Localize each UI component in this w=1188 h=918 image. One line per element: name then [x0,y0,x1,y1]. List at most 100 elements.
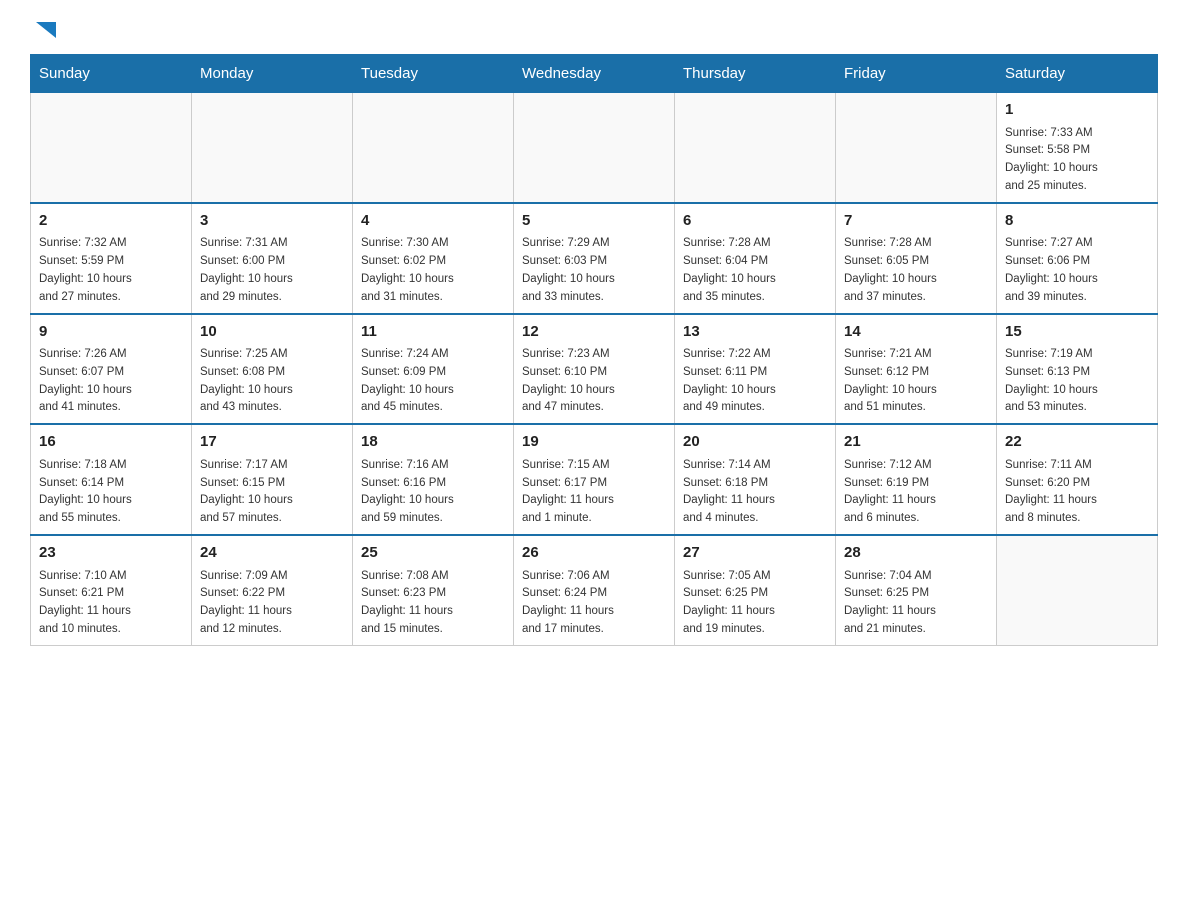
calendar-day-cell: 28 Sunrise: 7:04 AM Sunset: 6:25 PM Dayli… [836,535,997,645]
calendar-day-cell: 16 Sunrise: 7:18 AM Sunset: 6:14 PM Dayli… [31,424,192,535]
day-number: 17 [200,431,344,454]
day-number: 25 [361,542,505,565]
day-number: 9 [39,321,183,344]
calendar-day-cell: 19 Sunrise: 7:15 AM Sunset: 6:17 PM Dayli… [514,424,675,535]
day-info: Sunrise: 7:31 AM Sunset: 6:00 PM Dayligh… [200,235,344,306]
day-info: Sunrise: 7:22 AM Sunset: 6:11 PM Dayligh… [683,346,827,417]
day-info: Sunrise: 7:23 AM Sunset: 6:10 PM Dayligh… [522,346,666,417]
day-number: 11 [361,321,505,344]
calendar-day-cell: 6Sunrise: 7:28 AM Sunset: 6:04 PM Daylig… [675,203,836,314]
calendar-day-cell [353,93,514,203]
calendar-week-row: 1 Sunrise: 7:33 AM Sunset: 5:58 PM Daylig… [31,93,1158,203]
day-info: Sunrise: 7:06 AM Sunset: 6:24 PM Dayligh… [522,568,666,639]
day-number: 12 [522,321,666,344]
day-info: Sunrise: 7:08 AM Sunset: 6:23 PM Dayligh… [361,568,505,639]
day-info: Sunrise: 7:10 AM Sunset: 6:21 PM Dayligh… [39,568,183,639]
calendar-day-cell: 10Sunrise: 7:25 AM Sunset: 6:08 PM Dayli… [192,314,353,425]
day-number: 22 [1005,431,1149,454]
day-number: 15 [1005,321,1149,344]
calendar-day-cell: 25 Sunrise: 7:08 AM Sunset: 6:23 PM Dayli… [353,535,514,645]
day-number: 28 [844,542,988,565]
day-number: 4 [361,210,505,233]
day-info: Sunrise: 7:16 AM Sunset: 6:16 PM Dayligh… [361,457,505,528]
weekday-header-tuesday: Tuesday [353,55,514,93]
calendar-week-row: 23 Sunrise: 7:10 AM Sunset: 6:21 PM Dayli… [31,535,1158,645]
calendar-day-cell: 1 Sunrise: 7:33 AM Sunset: 5:58 PM Daylig… [997,93,1158,203]
day-info: Sunrise: 7:27 AM Sunset: 6:06 PM Dayligh… [1005,235,1149,306]
weekday-header-monday: Monday [192,55,353,93]
calendar-day-cell [997,535,1158,645]
day-info: Sunrise: 7:14 AM Sunset: 6:18 PM Dayligh… [683,457,827,528]
calendar-day-cell: 22 Sunrise: 7:11 AM Sunset: 6:20 PM Dayli… [997,424,1158,535]
calendar-day-cell: 11Sunrise: 7:24 AM Sunset: 6:09 PM Dayli… [353,314,514,425]
calendar-day-cell: 17Sunrise: 7:17 AM Sunset: 6:15 PM Dayli… [192,424,353,535]
day-info: Sunrise: 7:05 AM Sunset: 6:25 PM Dayligh… [683,568,827,639]
day-number: 1 [1005,99,1149,122]
day-info: Sunrise: 7:11 AM Sunset: 6:20 PM Dayligh… [1005,457,1149,528]
day-info: Sunrise: 7:21 AM Sunset: 6:12 PM Dayligh… [844,346,988,417]
day-number: 19 [522,431,666,454]
day-info: Sunrise: 7:28 AM Sunset: 6:05 PM Dayligh… [844,235,988,306]
calendar-day-cell [836,93,997,203]
weekday-header-friday: Friday [836,55,997,93]
calendar-day-cell: 15Sunrise: 7:19 AM Sunset: 6:13 PM Dayli… [997,314,1158,425]
day-info: Sunrise: 7:26 AM Sunset: 6:07 PM Dayligh… [39,346,183,417]
day-info: Sunrise: 7:28 AM Sunset: 6:04 PM Dayligh… [683,235,827,306]
day-number: 21 [844,431,988,454]
calendar-day-cell [514,93,675,203]
day-number: 20 [683,431,827,454]
calendar-table: SundayMondayTuesdayWednesdayThursdayFrid… [30,54,1158,646]
day-info: Sunrise: 7:24 AM Sunset: 6:09 PM Dayligh… [361,346,505,417]
day-info: Sunrise: 7:19 AM Sunset: 6:13 PM Dayligh… [1005,346,1149,417]
day-info: Sunrise: 7:12 AM Sunset: 6:19 PM Dayligh… [844,457,988,528]
day-number: 10 [200,321,344,344]
day-info: Sunrise: 7:29 AM Sunset: 6:03 PM Dayligh… [522,235,666,306]
page-header [30,20,1158,44]
day-number: 18 [361,431,505,454]
day-info: Sunrise: 7:25 AM Sunset: 6:08 PM Dayligh… [200,346,344,417]
day-info: Sunrise: 7:33 AM Sunset: 5:58 PM Dayligh… [1005,125,1149,196]
calendar-day-cell: 3Sunrise: 7:31 AM Sunset: 6:00 PM Daylig… [192,203,353,314]
calendar-day-cell: 7Sunrise: 7:28 AM Sunset: 6:05 PM Daylig… [836,203,997,314]
calendar-day-cell [192,93,353,203]
day-info: Sunrise: 7:04 AM Sunset: 6:25 PM Dayligh… [844,568,988,639]
day-info: Sunrise: 7:09 AM Sunset: 6:22 PM Dayligh… [200,568,344,639]
day-number: 14 [844,321,988,344]
weekday-header-wednesday: Wednesday [514,55,675,93]
calendar-day-cell: 24Sunrise: 7:09 AM Sunset: 6:22 PM Dayli… [192,535,353,645]
day-number: 27 [683,542,827,565]
weekday-header-thursday: Thursday [675,55,836,93]
calendar-week-row: 9Sunrise: 7:26 AM Sunset: 6:07 PM Daylig… [31,314,1158,425]
day-number: 16 [39,431,183,454]
day-number: 13 [683,321,827,344]
day-number: 6 [683,210,827,233]
calendar-week-row: 2Sunrise: 7:32 AM Sunset: 5:59 PM Daylig… [31,203,1158,314]
calendar-day-cell: 4Sunrise: 7:30 AM Sunset: 6:02 PM Daylig… [353,203,514,314]
day-info: Sunrise: 7:15 AM Sunset: 6:17 PM Dayligh… [522,457,666,528]
calendar-day-cell: 21 Sunrise: 7:12 AM Sunset: 6:19 PM Dayli… [836,424,997,535]
calendar-day-cell: 13Sunrise: 7:22 AM Sunset: 6:11 PM Dayli… [675,314,836,425]
calendar-day-cell: 9Sunrise: 7:26 AM Sunset: 6:07 PM Daylig… [31,314,192,425]
day-number: 23 [39,542,183,565]
calendar-day-cell [675,93,836,203]
day-number: 8 [1005,210,1149,233]
calendar-day-cell: 23 Sunrise: 7:10 AM Sunset: 6:21 PM Dayli… [31,535,192,645]
day-number: 5 [522,210,666,233]
day-number: 3 [200,210,344,233]
day-info: Sunrise: 7:30 AM Sunset: 6:02 PM Dayligh… [361,235,505,306]
calendar-day-cell: 5Sunrise: 7:29 AM Sunset: 6:03 PM Daylig… [514,203,675,314]
calendar-day-cell: 12Sunrise: 7:23 AM Sunset: 6:10 PM Dayli… [514,314,675,425]
day-number: 7 [844,210,988,233]
calendar-day-cell: 14Sunrise: 7:21 AM Sunset: 6:12 PM Dayli… [836,314,997,425]
logo [30,20,60,44]
calendar-week-row: 16 Sunrise: 7:18 AM Sunset: 6:14 PM Dayli… [31,424,1158,535]
calendar-day-cell: 27 Sunrise: 7:05 AM Sunset: 6:25 PM Dayli… [675,535,836,645]
calendar-day-cell: 8Sunrise: 7:27 AM Sunset: 6:06 PM Daylig… [997,203,1158,314]
calendar-day-cell: 26 Sunrise: 7:06 AM Sunset: 6:24 PM Dayli… [514,535,675,645]
calendar-day-cell: 2Sunrise: 7:32 AM Sunset: 5:59 PM Daylig… [31,203,192,314]
day-number: 26 [522,542,666,565]
weekday-header-sunday: Sunday [31,55,192,93]
weekday-header-saturday: Saturday [997,55,1158,93]
calendar-day-cell: 18 Sunrise: 7:16 AM Sunset: 6:16 PM Dayli… [353,424,514,535]
day-info: Sunrise: 7:18 AM Sunset: 6:14 PM Dayligh… [39,457,183,528]
